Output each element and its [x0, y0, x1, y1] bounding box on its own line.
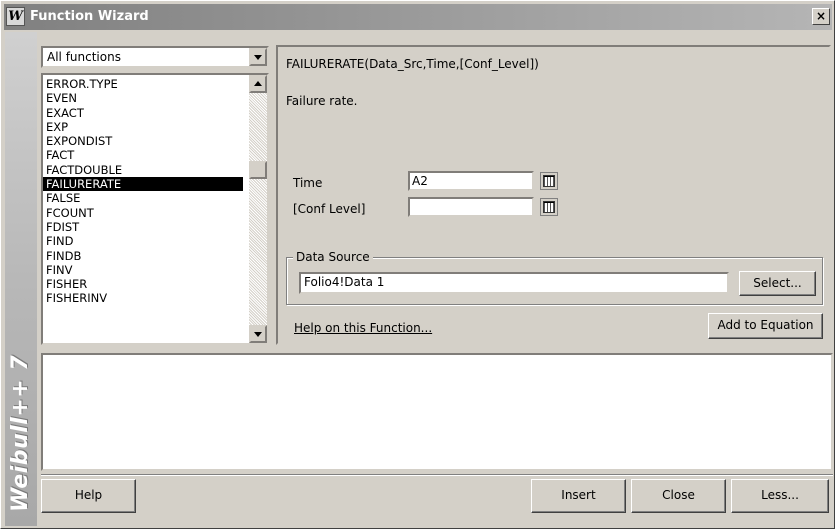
vertical-scrollbar[interactable]	[249, 75, 267, 343]
function-list[interactable]: ERROR.TYPE EVEN EXACT EXP EXPONDIST FACT FACTD…	[41, 73, 269, 345]
param-label-conf-level: [Conf Level]	[293, 202, 366, 216]
data-source-legend: Data Source	[293, 250, 373, 264]
param-label-time: Time	[293, 176, 323, 190]
category-select[interactable]: All functions	[41, 46, 269, 68]
dropdown-arrow-icon[interactable]	[249, 48, 267, 66]
insert-button[interactable]: Insert	[531, 479, 626, 513]
function-list-item[interactable]: ERROR.TYPE	[43, 77, 243, 91]
grid-select-icon	[543, 175, 555, 187]
close-icon[interactable]: ×	[812, 8, 830, 25]
function-list-item[interactable]: FAILURERATE	[43, 177, 243, 192]
app-icon: W	[6, 7, 25, 26]
function-list-item[interactable]: EVEN	[43, 91, 243, 105]
function-list-item[interactable]: FACTDOUBLE	[43, 163, 243, 177]
scroll-up-icon[interactable]	[249, 75, 267, 93]
function-list-item[interactable]: EXPONDIST	[43, 134, 243, 148]
select-button[interactable]: Select...	[739, 271, 816, 296]
scroll-down-icon[interactable]	[249, 325, 267, 343]
title-bar[interactable]: W Function Wizard ×	[4, 4, 832, 30]
function-list-items: ERROR.TYPE EVEN EXACT EXP EXPONDIST FACT FACTD…	[43, 77, 243, 306]
function-list-item[interactable]: FACT	[43, 148, 243, 162]
grid-select-icon	[543, 201, 555, 213]
add-to-equation-button[interactable]: Add to Equation	[708, 313, 823, 339]
help-button[interactable]: Help	[41, 479, 136, 513]
scroll-thumb[interactable]	[249, 161, 267, 179]
window-title: Function Wizard	[30, 9, 149, 24]
function-description: Failure rate.	[286, 94, 358, 108]
function-details-panel: FAILURERATE(Data_Src,Time,[Conf_Level]) …	[276, 45, 831, 345]
equation-editor[interactable]	[41, 353, 833, 471]
less-button[interactable]: Less...	[731, 479, 829, 513]
function-syntax: FAILURERATE(Data_Src,Time,[Conf_Level])	[286, 57, 539, 71]
data-source-group: Data Source Folio4!Data 1 Select...	[286, 250, 823, 305]
conf-level-range-picker-button[interactable]	[540, 198, 558, 216]
footer-divider	[41, 474, 833, 476]
function-list-item[interactable]: FDIST	[43, 220, 243, 234]
data-source-input[interactable]: Folio4!Data 1	[299, 272, 729, 294]
function-list-item[interactable]: FCOUNT	[43, 206, 243, 220]
function-list-item[interactable]: EXP	[43, 120, 243, 134]
category-select-value: All functions	[47, 50, 121, 64]
function-list-item[interactable]: FALSE	[43, 191, 243, 205]
help-on-function-link[interactable]: Help on this Function...	[294, 321, 432, 335]
conf-level-input[interactable]	[408, 197, 534, 217]
brand-logo: Weibull++ 7	[8, 354, 33, 512]
function-wizard-window: W Function Wizard × Weibull++ 7 All func…	[0, 0, 835, 529]
time-input[interactable]: A2	[408, 171, 534, 191]
brand-strip: Weibull++ 7	[5, 32, 37, 526]
function-list-item[interactable]: FISHER	[43, 277, 243, 291]
function-list-item[interactable]: EXACT	[43, 106, 243, 120]
function-list-item[interactable]: FIND	[43, 234, 243, 248]
function-list-item[interactable]: FINDB	[43, 249, 243, 263]
close-button[interactable]: Close	[631, 479, 726, 513]
time-range-picker-button[interactable]	[540, 172, 558, 190]
function-list-item[interactable]: FISHERINV	[43, 291, 243, 305]
function-list-item[interactable]: FINV	[43, 263, 243, 277]
